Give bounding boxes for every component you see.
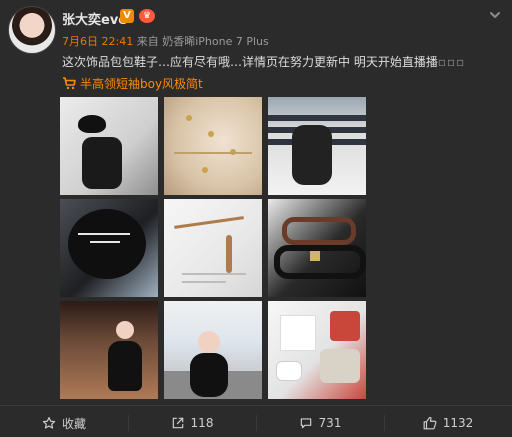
user-name[interactable]: 张大奕eve: [62, 9, 127, 28]
photo-8[interactable]: [164, 301, 262, 399]
post-tail: ▫▫▫: [437, 55, 466, 69]
photo-7[interactable]: [60, 301, 158, 399]
chevron-down-icon[interactable]: [488, 8, 502, 22]
like-count: 1132: [442, 416, 474, 430]
repost-count: 118: [190, 416, 214, 430]
photo-3[interactable]: [268, 97, 366, 195]
avatar[interactable]: [8, 6, 56, 54]
post-meta: 7月6日 22:41 来自 奶香晞iPhone 7 Plus: [62, 33, 269, 49]
verified-badge[interactable]: V: [120, 9, 134, 23]
action-bar-divider: [0, 405, 512, 406]
like-button[interactable]: 1132: [384, 409, 512, 437]
thumbs-up-icon: [423, 416, 437, 430]
favorite-label: 收藏: [61, 416, 86, 431]
product-link-label: 半高领短袖boy风极简t: [80, 77, 203, 91]
action-bar: 收藏 118 731 1132: [0, 409, 512, 437]
post-text: 这次饰品包包鞋子…应有尽有哦…详情页在努力更新中 明天开始直播播▫▫▫: [62, 53, 465, 70]
photo-4[interactable]: [60, 199, 158, 297]
shopping-cart-icon: [62, 76, 76, 90]
photo-2[interactable]: [164, 97, 262, 195]
comment-bubble-icon: [299, 416, 313, 430]
post-time[interactable]: 7月6日 22:41: [62, 35, 133, 48]
photo-grid: [60, 97, 366, 401]
share-box-icon: [171, 416, 185, 430]
product-link[interactable]: 半高领短袖boy风极简t: [62, 75, 203, 92]
post-source[interactable]: 奶香晞iPhone 7 Plus: [162, 35, 269, 48]
photo-6[interactable]: [268, 199, 366, 297]
crown-badge-icon[interactable]: ♛: [139, 9, 155, 23]
repost-button[interactable]: 118: [128, 409, 256, 437]
photo-1[interactable]: [60, 97, 158, 195]
photo-5[interactable]: [164, 199, 262, 297]
weibo-post-card: 张大奕eve V ♛ 7月6日 22:41 来自 奶香晞iPhone 7 Plu…: [0, 0, 512, 437]
photo-9[interactable]: [268, 301, 366, 399]
comment-count: 731: [318, 416, 342, 430]
favorite-button[interactable]: 收藏: [0, 409, 128, 437]
source-prefix: 来自: [136, 35, 159, 48]
star-icon: [42, 416, 56, 430]
post-body: 这次饰品包包鞋子…应有尽有哦…详情页在努力更新中 明天开始直播播: [62, 55, 438, 69]
comment-button[interactable]: 731: [256, 409, 384, 437]
